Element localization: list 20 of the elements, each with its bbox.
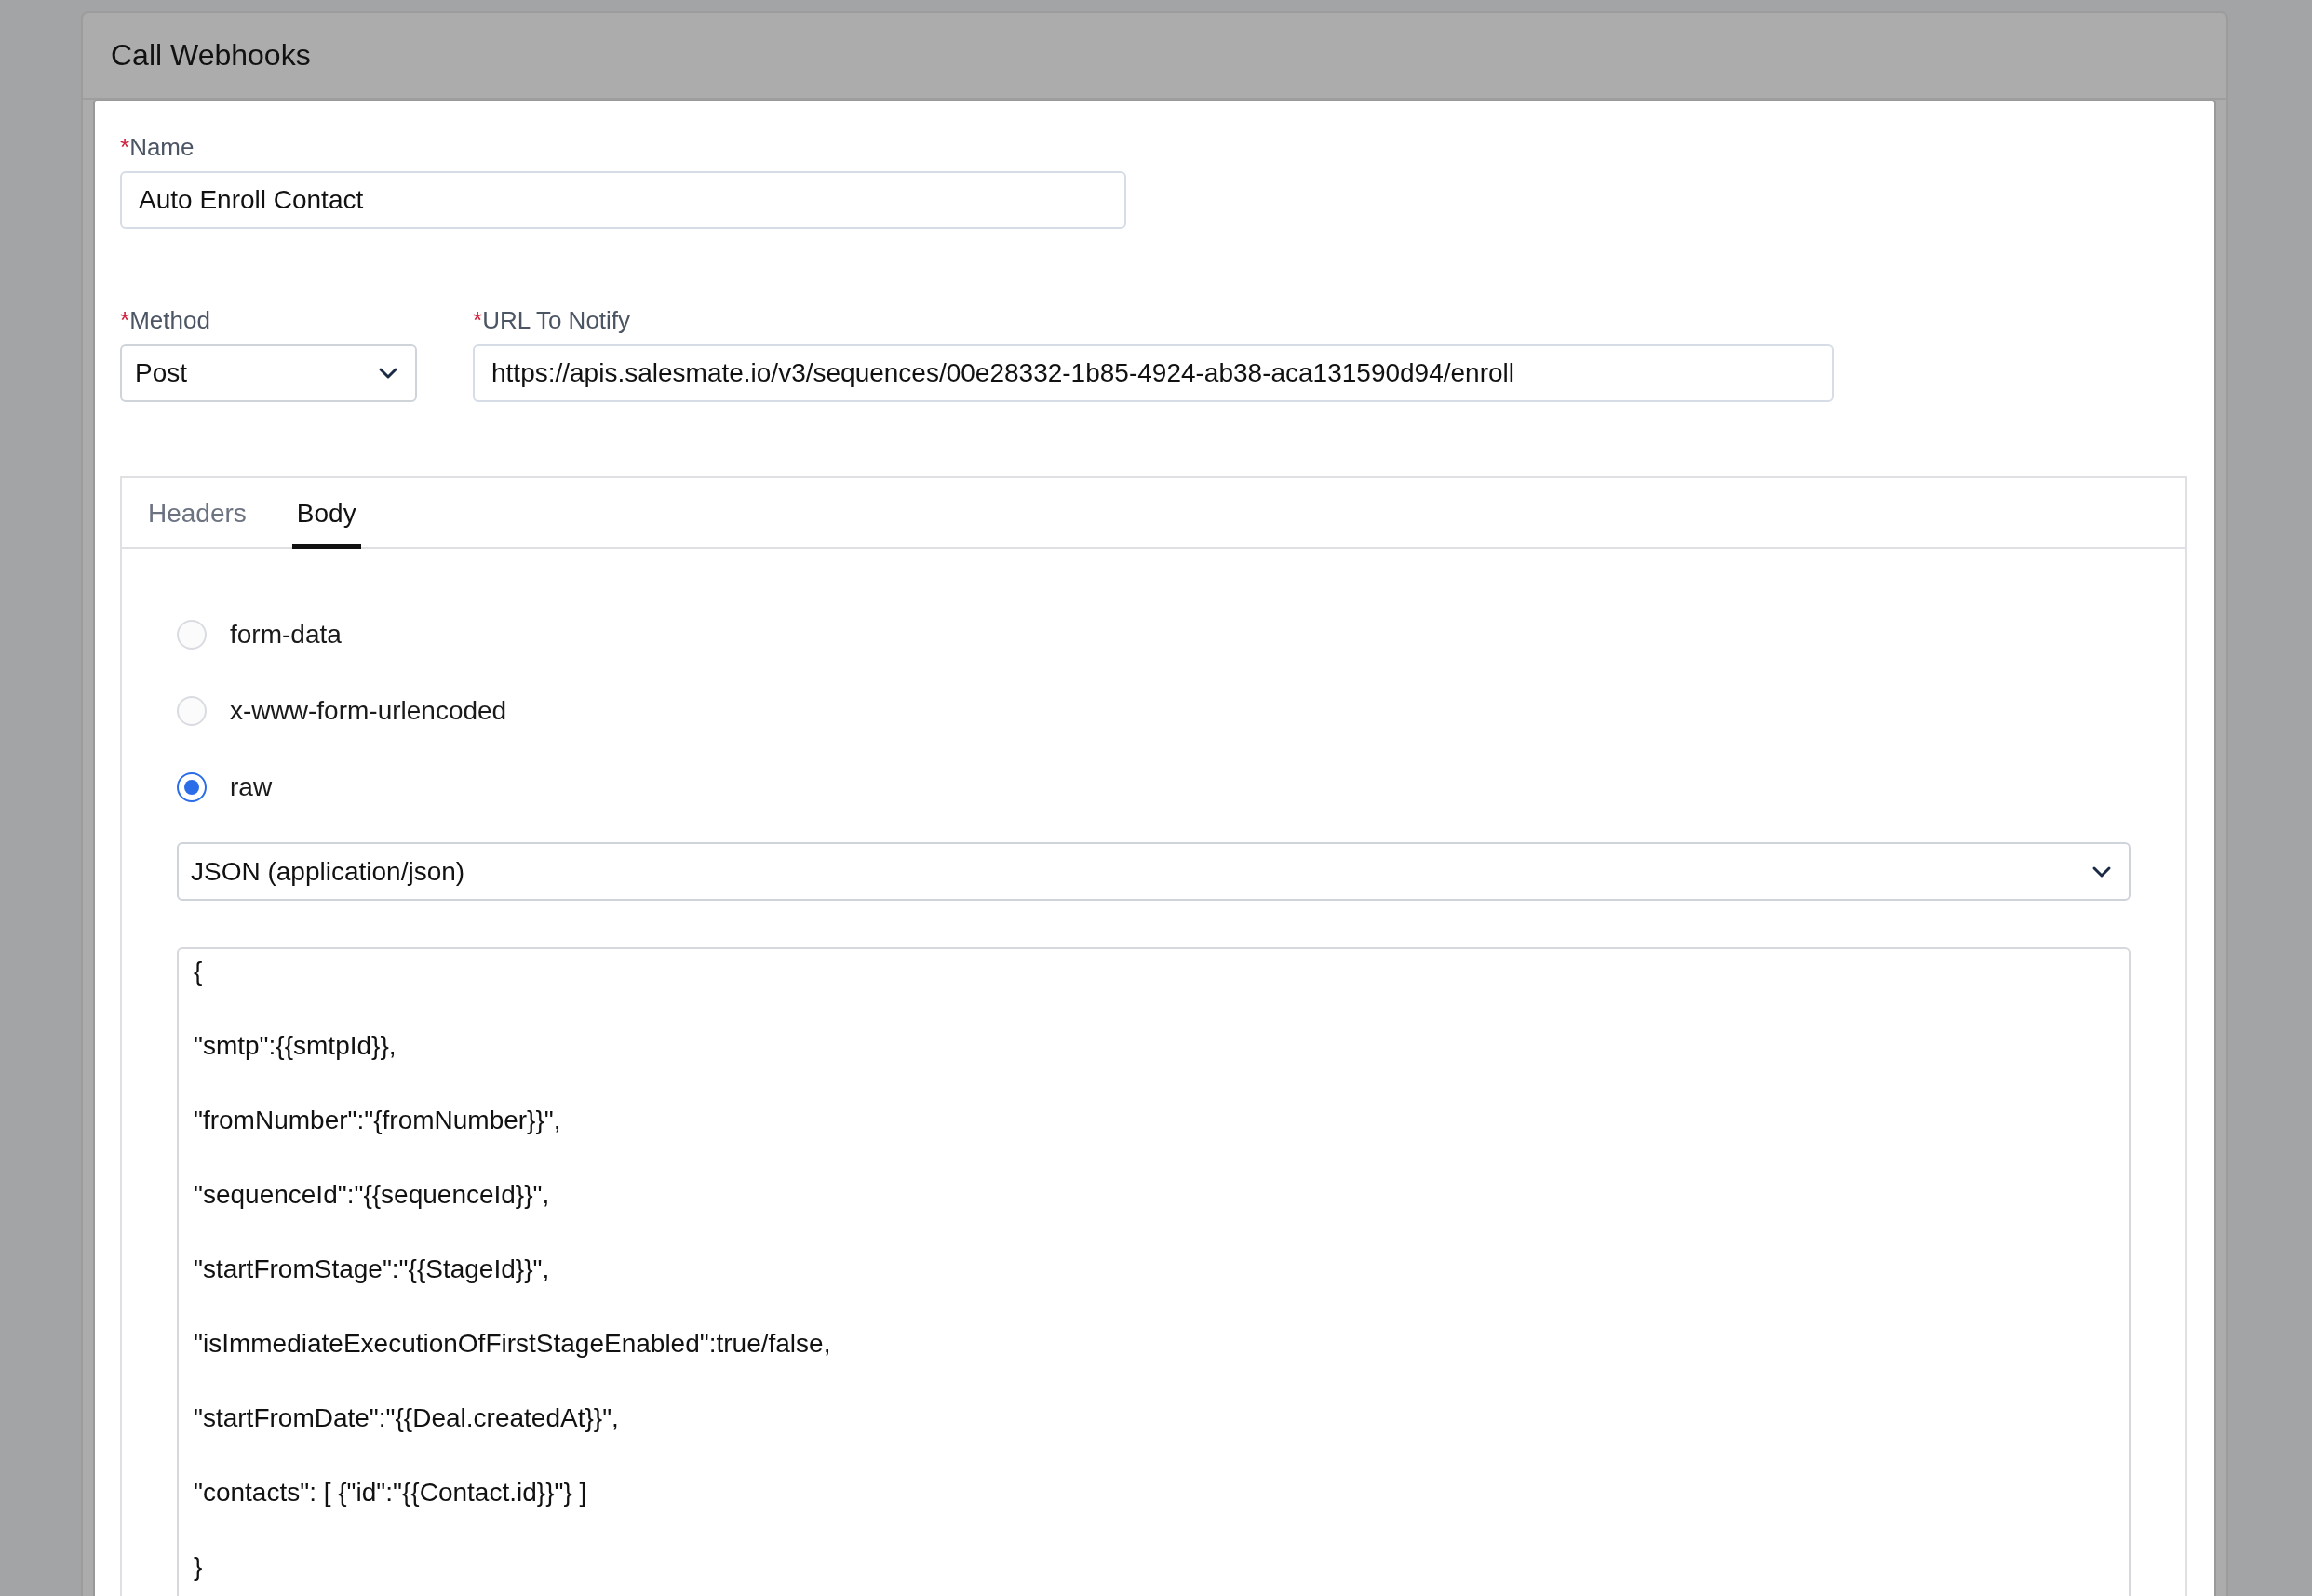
chevron-down-icon xyxy=(2091,865,2112,878)
field-label: Method xyxy=(129,305,210,335)
required-mark: * xyxy=(473,305,483,335)
text-input[interactable]: Auto Enroll Contact xyxy=(120,171,1126,229)
radio-label[interactable]: form-data xyxy=(230,620,342,650)
text-input[interactable]: https://apis.salesmate.io/v3/sequences/00e28332-1b85-4924-ab38-aca131590d94/enroll xyxy=(473,344,1834,402)
required-mark: * xyxy=(120,132,130,162)
radio-label[interactable]: x-www-form-urlencoded xyxy=(230,696,507,726)
method-select[interactable]: Post xyxy=(120,344,417,402)
body-editor[interactable]: { "smtp":{{smtpId}}, "fromNumber":"{fromNumber}}", "sequenceId":"{{sequenceId}}", "startFromStage":"{{StageId}}", "isImmediateExecutionOfFirstStageEnabled":true/false, "startFromDate":"{{Deal.createdAt}}", "contacts": [ {"id":"{{Contact.id}}"} ] } xyxy=(177,947,2131,1596)
field-label: Name xyxy=(129,132,195,162)
radio-label[interactable]: raw xyxy=(230,772,273,802)
required-mark: * xyxy=(120,305,130,335)
tab[interactable]: Headers xyxy=(143,478,251,549)
format-select[interactable]: JSON (application/json) xyxy=(177,842,2131,901)
field-label: URL To Notify xyxy=(482,305,631,335)
radio-button[interactable] xyxy=(177,772,207,802)
tab[interactable]: Body xyxy=(291,478,361,549)
panel-title: Call Webhooks xyxy=(111,38,311,73)
chevron-down-icon xyxy=(378,367,398,380)
